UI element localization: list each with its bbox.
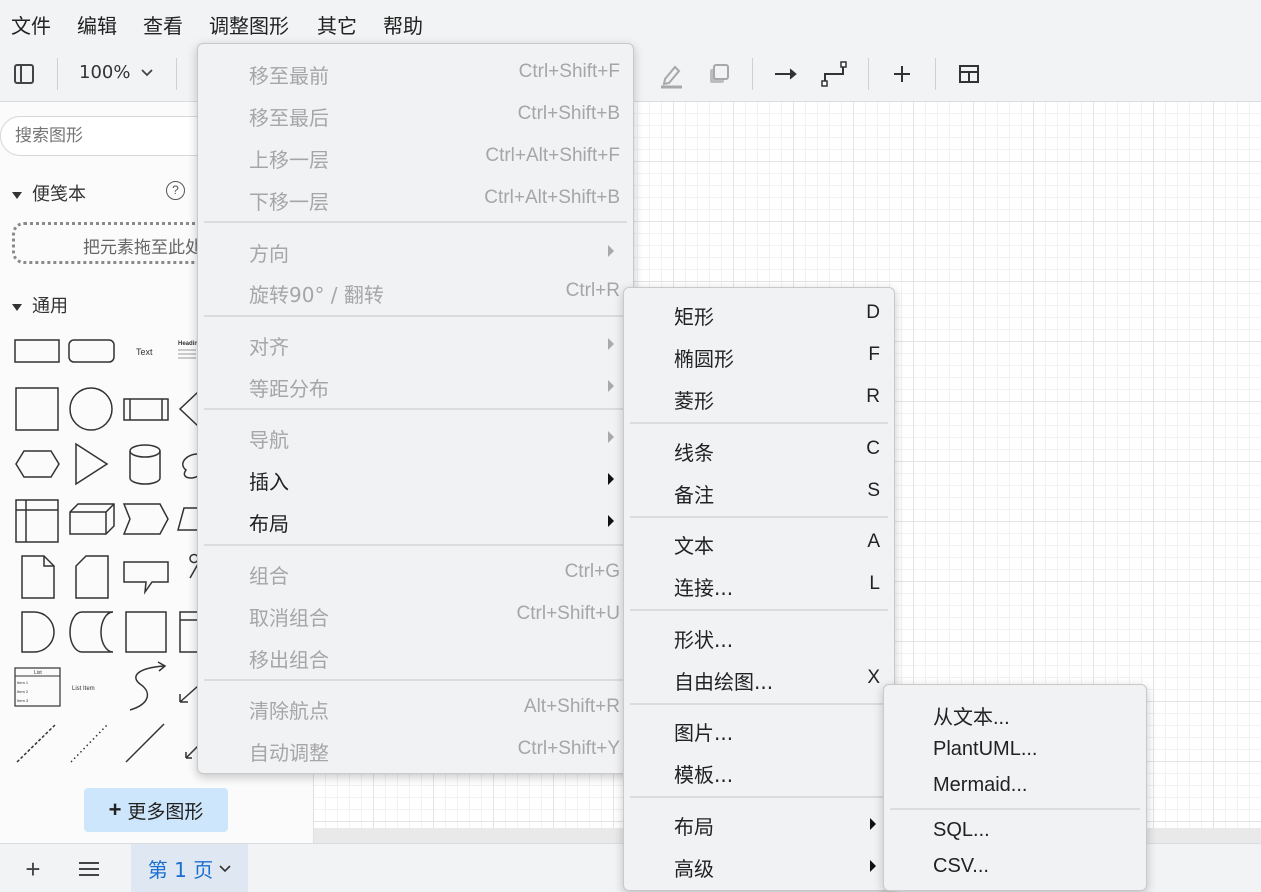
shape-step[interactable] xyxy=(122,503,169,535)
menu-separator xyxy=(630,422,888,424)
add-page-button[interactable]: + xyxy=(20,854,46,884)
menu-view[interactable]: 查看 xyxy=(143,10,183,39)
format-panel-icon[interactable] xyxy=(10,60,38,88)
scratchpad-title: 便笺本 xyxy=(32,184,86,205)
menu-edit[interactable]: 编辑 xyxy=(77,10,117,39)
submenu-arrow-icon xyxy=(608,338,614,350)
svg-text:Item 3: Item 3 xyxy=(17,698,29,703)
arrange-menu: 移至最前 Ctrl+Shift+F 移至最后 Ctrl+Shift+B 上移一层 Ct… xyxy=(197,43,634,774)
menu-separator xyxy=(890,808,1140,810)
menu-separator xyxy=(204,221,627,223)
menu-help[interactable]: 帮助 xyxy=(383,10,423,39)
waypoint-icon[interactable] xyxy=(818,58,850,90)
general-header[interactable]: 通用 xyxy=(12,292,68,318)
collapse-triangle-icon xyxy=(12,191,22,199)
shape-rectangle[interactable] xyxy=(14,339,60,363)
more-shapes-button[interactable]: + 更多图形 xyxy=(84,788,228,832)
zoom-value: 100% xyxy=(79,62,131,83)
submenu-arrow-icon xyxy=(608,431,614,443)
shape-dotted-line[interactable] xyxy=(70,723,109,763)
shape-cloud[interactable] xyxy=(182,453,199,479)
shape-cylinder[interactable] xyxy=(129,444,161,485)
plus-icon: + xyxy=(108,797,122,822)
pages-menu-icon[interactable] xyxy=(76,856,102,882)
shape-card[interactable] xyxy=(75,555,109,599)
svg-text:Item 2: Item 2 xyxy=(17,689,29,694)
shape-square[interactable] xyxy=(15,387,59,431)
shape-triangle[interactable] xyxy=(75,442,109,486)
shadow-icon[interactable] xyxy=(705,60,733,88)
submenu-arrow-icon xyxy=(608,515,614,527)
insert-submenu: 矩形 D 椭圆形 F 菱形 R 线条 C 备注 S 文本 A 连接... L 形状... 自由… xyxy=(623,287,895,891)
chevron-down-icon xyxy=(141,69,153,77)
toolbar-separator xyxy=(935,58,936,90)
submenu-arrow-icon xyxy=(870,818,876,830)
more-shapes-label: 更多图形 xyxy=(127,800,204,823)
shape-frame[interactable] xyxy=(179,611,198,653)
submenu-arrow-icon xyxy=(608,473,614,485)
menu-separator xyxy=(204,544,627,546)
menu-separator xyxy=(630,703,888,705)
general-shapes-palette: Text Headin List Item 1 Item 2 Item 3 Li… xyxy=(14,339,199,763)
menu-separator xyxy=(204,315,627,317)
shape-circle[interactable] xyxy=(69,387,113,431)
toolbar-separator xyxy=(57,58,58,90)
insert-plus-icon[interactable] xyxy=(888,60,916,88)
svg-text:Item 1: Item 1 xyxy=(17,680,29,685)
edit-style-icon[interactable] xyxy=(657,60,685,90)
shape-delay[interactable] xyxy=(21,611,55,653)
shape-internal-storage[interactable] xyxy=(15,499,59,543)
shape-stored-data[interactable] xyxy=(69,611,114,653)
shape-dashed-line[interactable] xyxy=(16,723,57,763)
table-icon[interactable] xyxy=(955,60,983,88)
chevron-down-icon[interactable] xyxy=(219,864,231,873)
shape-callout[interactable] xyxy=(123,561,169,595)
shape-line[interactable] xyxy=(125,723,165,763)
general-title: 通用 xyxy=(32,296,68,317)
menu-extras[interactable]: 其它 xyxy=(317,10,357,39)
scratchpad-header[interactable]: 便笺本 xyxy=(12,180,86,206)
submenu-arrow-icon xyxy=(608,245,614,257)
menu-separator xyxy=(204,408,627,410)
menu-separator xyxy=(630,516,888,518)
submenu-arrow-icon xyxy=(870,860,876,872)
shape-container[interactable] xyxy=(125,611,167,653)
toolbar-separator xyxy=(176,58,177,90)
advanced-submenu: 从文本... PlantUML... Mermaid... SQL... CSV… xyxy=(883,684,1147,891)
menubar: 文件 编辑 查看 调整图形 其它 帮助 xyxy=(0,0,1261,46)
collapse-triangle-icon xyxy=(12,303,22,311)
shape-curve[interactable] xyxy=(129,665,165,711)
shape-document[interactable] xyxy=(21,555,55,599)
shape-cube[interactable] xyxy=(69,503,115,535)
connection-arrow-icon[interactable] xyxy=(771,60,801,88)
shape-bidirectional-arrow[interactable] xyxy=(179,685,199,703)
page-tab-label: 第 1 页 xyxy=(147,858,214,882)
shape-text[interactable]: Text xyxy=(136,347,153,357)
shape-diamond[interactable] xyxy=(178,391,199,427)
page-tab-1[interactable]: 第 1 页 xyxy=(131,844,248,892)
shape-hexagon[interactable] xyxy=(15,450,60,478)
menu-separator xyxy=(630,796,888,798)
menu-separator xyxy=(630,609,888,611)
submenu-arrow-icon xyxy=(608,380,614,392)
menu-file[interactable]: 文件 xyxy=(11,10,51,39)
menu-arrange[interactable]: 调整图形 xyxy=(209,10,289,39)
menu-separator xyxy=(204,679,627,681)
shape-list-item[interactable]: List Item xyxy=(72,686,95,692)
shape-heading[interactable]: Headin xyxy=(178,341,198,347)
toolbar-separator xyxy=(752,58,753,90)
help-icon[interactable]: ? xyxy=(166,181,185,200)
zoom-select[interactable]: 100% xyxy=(79,62,154,83)
shape-parallelogram[interactable] xyxy=(177,507,198,531)
svg-text:List: List xyxy=(34,670,42,676)
toolbar-separator xyxy=(868,58,869,90)
shape-rounded-rectangle[interactable] xyxy=(68,339,115,363)
